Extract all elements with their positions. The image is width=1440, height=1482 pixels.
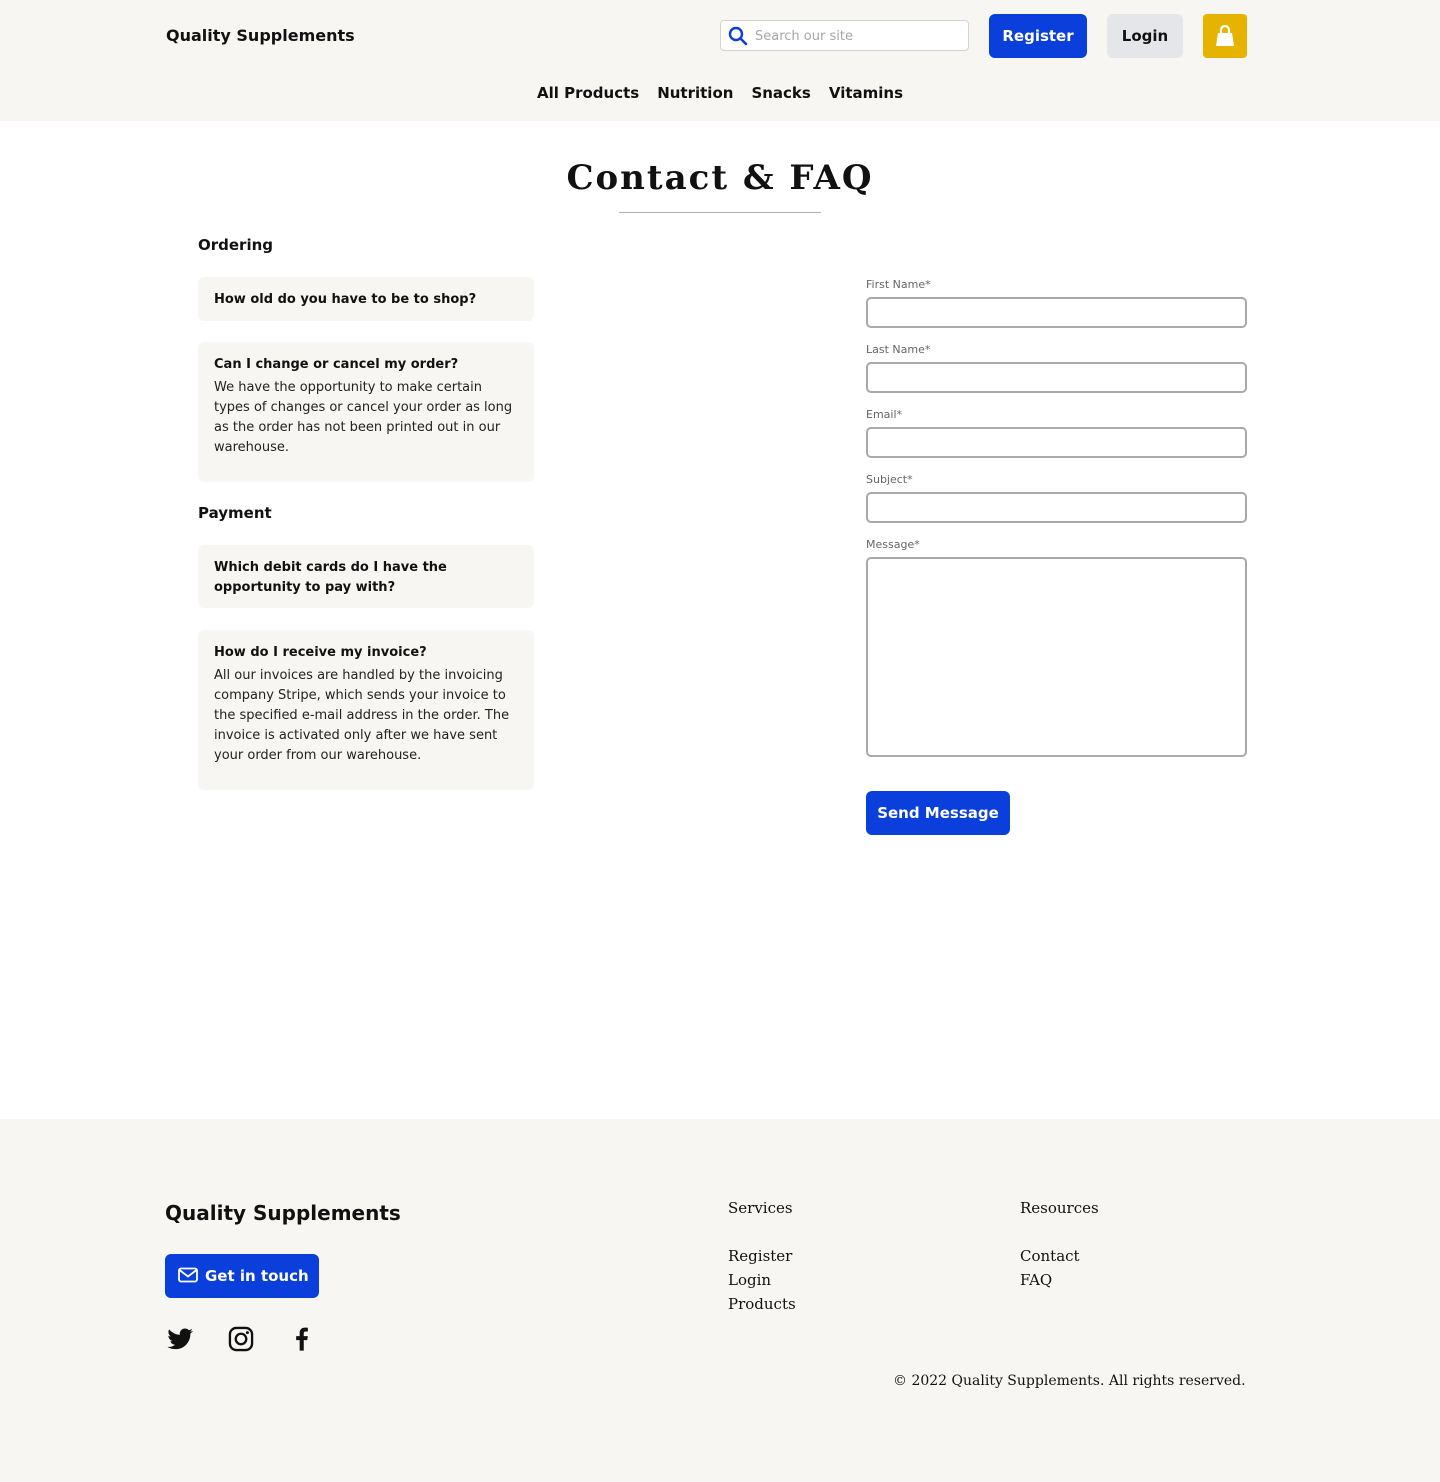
faq-item[interactable]: Which debit cards do I have the opportun… xyxy=(198,545,534,608)
instagram-icon[interactable] xyxy=(227,1325,255,1353)
footer-link-faq[interactable]: FAQ xyxy=(1020,1271,1052,1289)
last-name-label: Last Name* xyxy=(866,343,931,356)
site-header: Quality Supplements Register Login All P… xyxy=(0,0,1440,121)
message-label: Message* xyxy=(866,538,920,551)
footer-link-register[interactable]: Register xyxy=(728,1247,792,1265)
faq-item[interactable]: How old do you have to be to shop? xyxy=(198,277,534,321)
footer-link-login[interactable]: Login xyxy=(728,1271,771,1289)
faq-question: How do I receive my invoice? xyxy=(214,645,427,660)
register-button[interactable]: Register xyxy=(989,14,1087,58)
get-in-touch-button[interactable]: Get in touch xyxy=(165,1254,319,1298)
nav-item-all-products[interactable]: All Products xyxy=(537,84,639,102)
message-field[interactable] xyxy=(866,557,1247,757)
footer-services-heading: Services xyxy=(728,1199,793,1217)
cart-button[interactable] xyxy=(1203,14,1247,58)
faq-section-heading-ordering: Ordering xyxy=(198,236,274,254)
nav-item-nutrition[interactable]: Nutrition xyxy=(657,84,733,102)
footer-link-contact[interactable]: Contact xyxy=(1020,1247,1080,1265)
shopping-bag-icon xyxy=(1216,24,1234,46)
first-name-field[interactable] xyxy=(866,297,1247,328)
email-field[interactable] xyxy=(866,427,1247,458)
site-footer: Quality Supplements Get in touch Service… xyxy=(0,1119,1440,1482)
email-label: Email* xyxy=(866,408,903,421)
subject-label: Subject* xyxy=(866,473,913,486)
subject-field[interactable] xyxy=(866,492,1247,523)
first-name-label: First Name* xyxy=(866,278,931,291)
title-divider xyxy=(619,212,821,213)
last-name-field[interactable] xyxy=(866,362,1247,393)
faq-answer: All our invoices are handled by the invo… xyxy=(214,668,510,763)
send-message-button[interactable]: Send Message xyxy=(866,791,1010,835)
mail-icon xyxy=(178,1267,198,1283)
nav-item-vitamins[interactable]: Vitamins xyxy=(829,84,903,102)
footer-resources-heading: Resources xyxy=(1020,1199,1099,1217)
search-input[interactable] xyxy=(755,25,961,47)
faq-item[interactable]: How do I receive my invoice? All our inv… xyxy=(198,630,534,790)
footer-brand: Quality Supplements xyxy=(165,1201,401,1225)
faq-section-heading-payment: Payment xyxy=(198,504,272,522)
get-in-touch-label: Get in touch xyxy=(205,1267,309,1285)
page-title: Contact & FAQ xyxy=(566,158,874,198)
main-nav: All Products Nutrition Snacks Vitamins xyxy=(0,84,1440,102)
faq-answer: We have the opportunity to make certain … xyxy=(214,380,513,455)
search-box[interactable] xyxy=(720,20,969,51)
faq-question: How old do you have to be to shop? xyxy=(214,292,477,307)
site-logo[interactable]: Quality Supplements xyxy=(166,26,355,45)
twitter-icon[interactable] xyxy=(166,1325,194,1353)
copyright-text: © 2022 Quality Supplements. All rights r… xyxy=(893,1373,1246,1389)
footer-link-products[interactable]: Products xyxy=(728,1295,796,1313)
search-icon[interactable] xyxy=(728,26,748,46)
faq-item[interactable]: Can I change or cancel my order? We have… xyxy=(198,342,534,482)
nav-item-snacks[interactable]: Snacks xyxy=(751,84,810,102)
faq-question: Can I change or cancel my order? xyxy=(214,357,459,372)
login-button[interactable]: Login xyxy=(1107,14,1183,58)
faq-question: Which debit cards do I have the opportun… xyxy=(214,560,447,595)
facebook-icon[interactable] xyxy=(288,1325,316,1353)
